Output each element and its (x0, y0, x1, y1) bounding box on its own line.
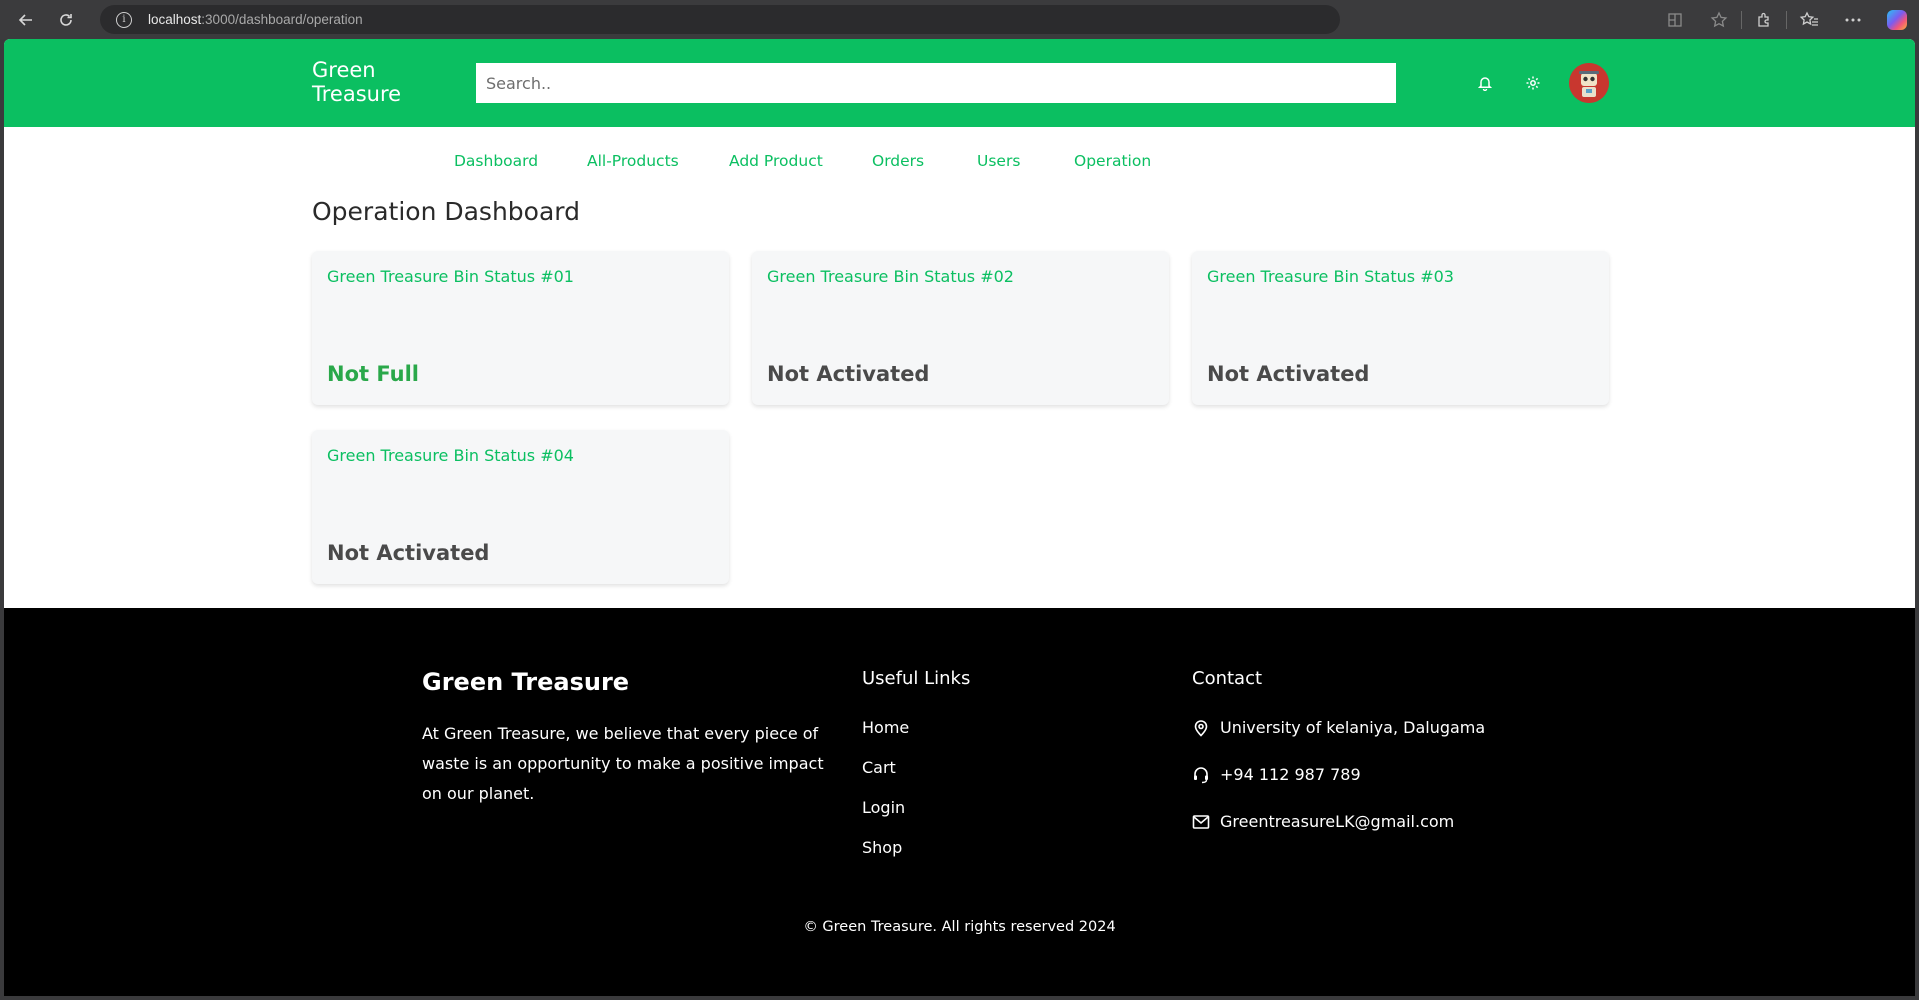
more-options-icon[interactable] (1831, 0, 1875, 39)
footer-link-login[interactable]: Login (862, 798, 905, 817)
nav-orders[interactable]: Orders (872, 152, 924, 170)
nav-all-products[interactable]: All-Products (587, 152, 679, 170)
address-bar[interactable]: i localhost:3000/dashboard/operation (100, 5, 1340, 34)
nav-users[interactable]: Users (977, 152, 1020, 170)
gear-icon[interactable] (1522, 72, 1544, 94)
main-nav: Dashboard All-Products Add Product Order… (4, 127, 1915, 187)
nav-add-product[interactable]: Add Product (729, 152, 823, 170)
page-viewport: Green Treasure Dashboard All-Products Ad… (4, 39, 1915, 996)
footer-link-shop[interactable]: Shop (862, 838, 902, 857)
top-header: Green Treasure (4, 39, 1915, 127)
bin-card-title: Green Treasure Bin Status #03 (1207, 267, 1454, 286)
bin-status-card: Green Treasure Bin Status #02 Not Activa… (752, 251, 1169, 405)
footer-link-cart[interactable]: Cart (862, 758, 896, 777)
bin-card-title: Green Treasure Bin Status #04 (327, 446, 574, 465)
location-pin-icon (1192, 719, 1210, 737)
bin-status-value: Not Activated (1207, 362, 1370, 386)
bin-status-value: Not Full (327, 362, 419, 386)
contact-phone-text: +94 112 987 789 (1220, 765, 1361, 784)
bin-status-value: Not Activated (767, 362, 930, 386)
avatar[interactable] (1569, 63, 1609, 103)
bin-card-title: Green Treasure Bin Status #01 (327, 267, 574, 286)
favorite-star-icon[interactable] (1697, 0, 1741, 39)
page-title: Operation Dashboard (312, 197, 580, 226)
nav-dashboard[interactable]: Dashboard (454, 152, 538, 170)
bin-status-card: Green Treasure Bin Status #04 Not Activa… (312, 430, 729, 584)
bin-status-value: Not Activated (327, 541, 490, 565)
contact-address: University of kelaniya, Dalugama (1192, 718, 1485, 737)
address-url: localhost:3000/dashboard/operation (148, 12, 363, 27)
footer-brand: Green Treasure (422, 668, 630, 696)
browser-toolbar: i localhost:3000/dashboard/operation (0, 0, 1919, 39)
refresh-icon[interactable] (52, 6, 80, 34)
footer-description: At Green Treasure, we believe that every… (422, 724, 824, 803)
contact-email-text[interactable]: GreentreasureLK@gmail.com (1220, 812, 1454, 831)
site-info-icon[interactable]: i (116, 11, 132, 28)
search-input[interactable] (476, 63, 1396, 103)
contact-heading: Contact (1192, 668, 1263, 689)
bin-status-card: Green Treasure Bin Status #01 Not Full (312, 251, 729, 405)
bin-card-title: Green Treasure Bin Status #02 (767, 267, 1014, 286)
bin-status-card: Green Treasure Bin Status #03 Not Activa… (1192, 251, 1609, 405)
mail-icon (1192, 813, 1210, 831)
headset-icon (1192, 766, 1210, 784)
favorites-list-icon[interactable] (1787, 0, 1831, 39)
url-path: :3000/dashboard/operation (201, 12, 363, 27)
contact-address-text: University of kelaniya, Dalugama (1220, 718, 1486, 737)
copilot-icon[interactable] (1875, 0, 1919, 39)
site-footer: Green Treasure At Green Treasure, we bel… (4, 608, 1915, 996)
useful-links-heading: Useful Links (862, 668, 971, 689)
url-host: localhost (148, 12, 202, 27)
footer-link-home[interactable]: Home (862, 718, 909, 737)
brand-logo-text[interactable]: Green Treasure (312, 58, 432, 106)
extensions-icon[interactable] (1742, 0, 1786, 39)
bell-icon[interactable] (1474, 72, 1496, 94)
contact-phone: +94 112 987 789 (1192, 765, 1361, 784)
copyright-text: © Green Treasure. All rights reserved 20… (803, 919, 1116, 935)
back-icon[interactable] (12, 6, 40, 34)
browser-actions (1653, 0, 1919, 39)
contact-email: GreentreasureLK@gmail.com (1192, 812, 1454, 831)
split-screen-icon[interactable] (1653, 0, 1697, 39)
nav-operation[interactable]: Operation (1074, 152, 1151, 170)
